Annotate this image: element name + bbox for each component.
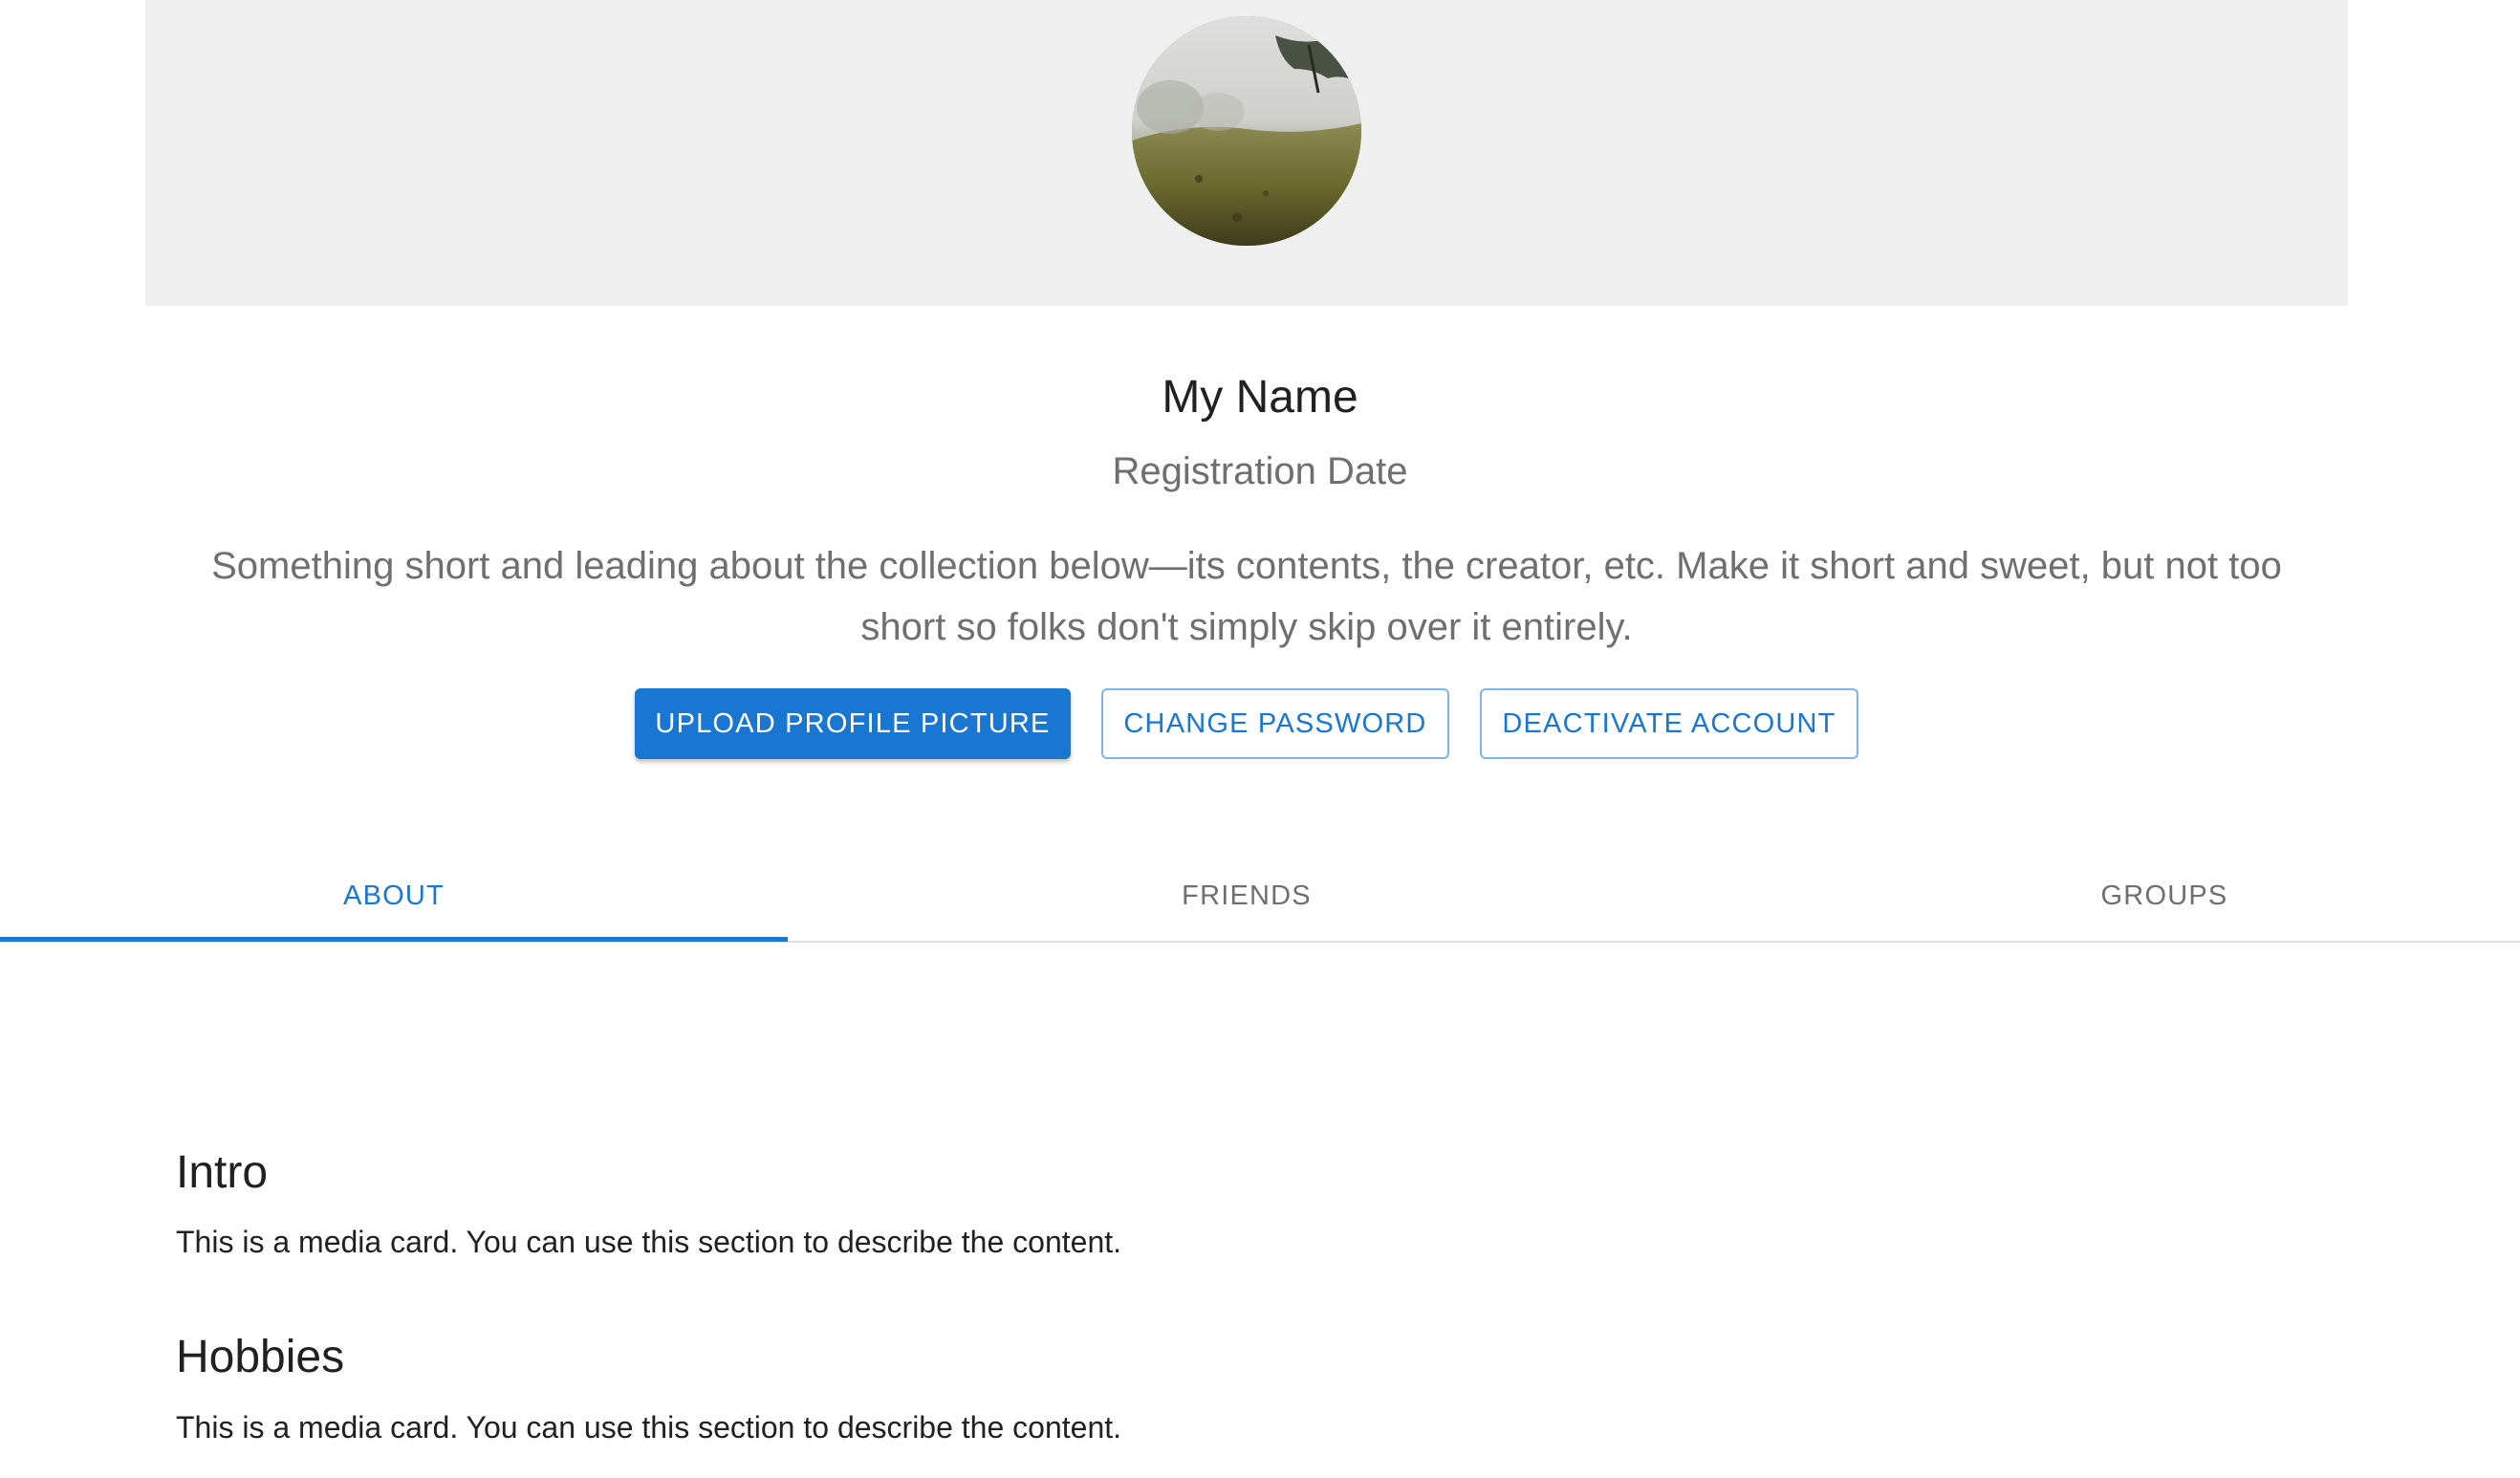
deactivate-account-button[interactable]: DEACTIVATE ACCOUNT	[1480, 688, 1858, 759]
avatar	[1132, 16, 1361, 246]
change-password-button[interactable]: CHANGE PASSWORD	[1101, 688, 1449, 759]
section-text-intro: This is a media card. You can use this s…	[176, 1225, 1122, 1259]
tab-about[interactable]: ABOUT	[0, 851, 788, 941]
section-title-intro: Intro	[176, 1147, 269, 1198]
profile-description: Something short and leading about the co…	[211, 545, 2282, 648]
tab-groups[interactable]: GROUPS	[1705, 851, 2520, 941]
profile-name: My Name	[1162, 372, 1358, 423]
profile-page: My Name Registration Date Something shor…	[0, 0, 2520, 1478]
section-title-hobbies: Hobbies	[176, 1332, 345, 1382]
profile-tabs: ABOUT FRIENDS GROUPS	[0, 851, 2520, 943]
upload-profile-picture-button[interactable]: UPLOAD PROFILE PICTURE	[635, 688, 1071, 759]
tab-friends[interactable]: FRIENDS	[788, 851, 1705, 941]
avatar-photo	[1132, 16, 1361, 246]
active-tab-indicator	[0, 937, 788, 942]
section-text-hobbies: This is a media card. You can use this s…	[176, 1410, 1122, 1445]
registration-date: Registration Date	[1112, 450, 1408, 492]
